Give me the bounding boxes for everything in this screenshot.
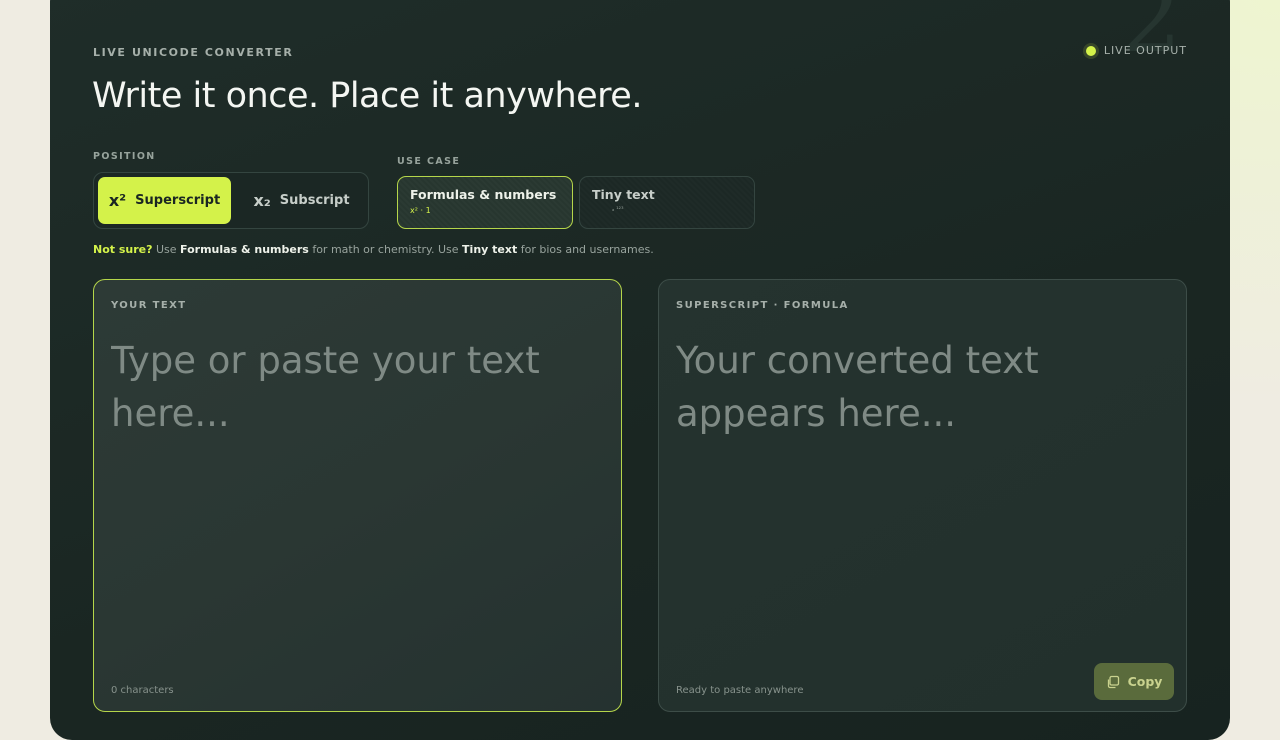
use-case-tiny-text[interactable]: Tiny text ₐ ¹²³ — [579, 176, 755, 229]
subscript-button[interactable]: x₂ Subscript — [235, 177, 368, 224]
subscript-label: Subscript — [280, 193, 350, 208]
output-status: Ready to paste anywhere — [676, 685, 803, 696]
character-count: 0 characters — [111, 685, 174, 696]
superscript-label: Superscript — [135, 193, 220, 208]
subscript-icon: x₂ — [253, 191, 270, 210]
use-case-label: USE CASE — [397, 156, 460, 167]
copy-label: Copy — [1128, 674, 1163, 689]
hint-text: Not sure? Use Formulas & numbers for mat… — [93, 243, 654, 256]
input-panel: YOUR TEXT 0 characters — [93, 279, 622, 712]
live-output-label: LIVE OUTPUT — [1104, 44, 1187, 57]
input-panel-label: YOUR TEXT — [111, 300, 186, 311]
output-panel-label: SUPERSCRIPT · FORMULA — [676, 300, 849, 311]
position-label: POSITION — [93, 151, 156, 162]
position-toggle: x² Superscript x₂ Subscript — [93, 172, 369, 229]
hint-lead: Not sure? — [93, 243, 153, 256]
live-output-indicator: LIVE OUTPUT — [1086, 44, 1187, 57]
superscript-button[interactable]: x² Superscript — [98, 177, 231, 224]
use-case-tiny-title: Tiny text — [592, 187, 742, 202]
copy-icon — [1106, 675, 1120, 689]
hint-part: Use — [153, 243, 181, 256]
output-text: Your converted text appears here... — [676, 334, 1136, 440]
eyebrow-label: LIVE UNICODE CONVERTER — [93, 46, 293, 59]
use-case-tiny-sample: ₐ ¹²³ — [592, 206, 742, 213]
hint-part: for math or chemistry. Use — [309, 243, 462, 256]
converter-card: 2 LIVE UNICODE CONVERTER LIVE OUTPUT Wri… — [50, 0, 1230, 740]
use-case-formulas-sample: x² · 1 — [410, 206, 560, 215]
text-input[interactable] — [111, 334, 571, 440]
hint-tiny: Tiny text — [462, 243, 517, 256]
live-dot-icon — [1086, 46, 1096, 56]
use-case-formulas[interactable]: Formulas & numbers x² · 1 — [397, 176, 573, 229]
output-panel: SUPERSCRIPT · FORMULA Your converted tex… — [658, 279, 1187, 712]
hint-formulas: Formulas & numbers — [180, 243, 309, 256]
use-case-formulas-title: Formulas & numbers — [410, 187, 560, 202]
copy-button[interactable]: Copy — [1094, 663, 1174, 700]
page-title: Write it once. Place it anywhere. — [92, 76, 642, 116]
superscript-icon: x² — [109, 191, 126, 210]
hint-part: for bios and usernames. — [517, 243, 654, 256]
